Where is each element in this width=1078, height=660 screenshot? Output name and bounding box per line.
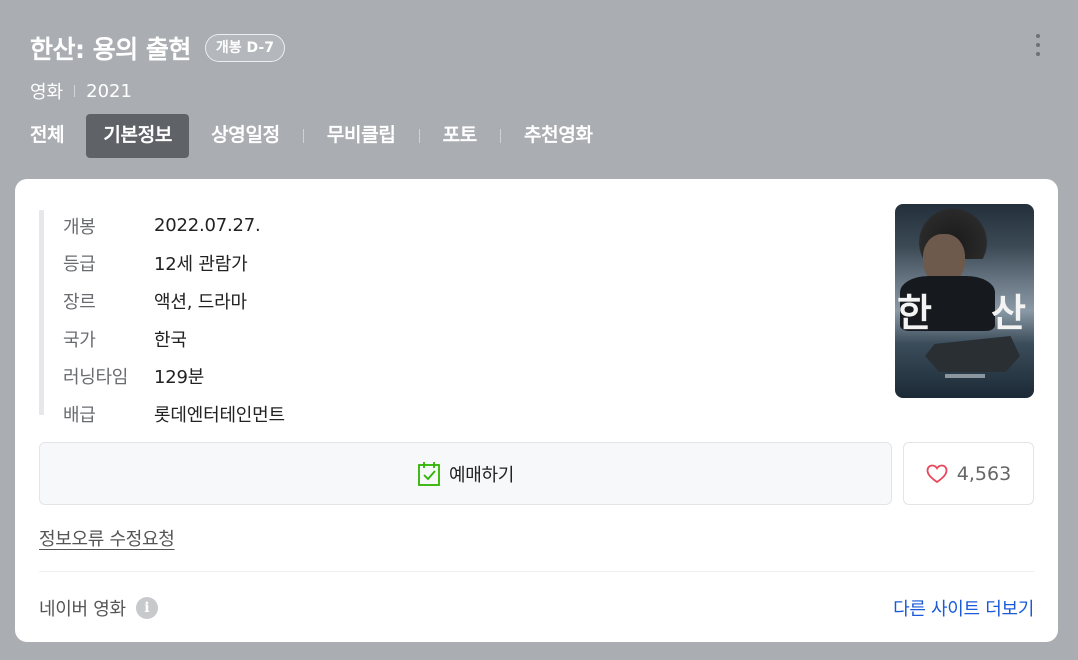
footer-divider [39, 571, 1034, 572]
movie-title: 한산: 용의 출현 [30, 35, 191, 64]
tab-bar: 전체 기본정보 상영일정 무비클립 포토 추천영화 [30, 114, 593, 158]
info-row-release: 개봉 2022.07.27. [63, 207, 285, 245]
info-label: 등급 [63, 254, 96, 276]
report-error-link[interactable]: 정보오류 수정요청 [39, 525, 175, 551]
like-button[interactable]: 4,563 [903, 442, 1034, 505]
more-options-icon[interactable] [1032, 34, 1044, 62]
info-label: 국가 [63, 329, 96, 351]
info-row-rating: 등급 12세 관람가 [63, 245, 285, 283]
info-icon[interactable]: i [135, 597, 158, 619]
like-count: 4,563 [956, 462, 1012, 485]
tab-basic-info[interactable]: 기본정보 [86, 114, 190, 158]
poster-title-glyph: 한 [897, 290, 932, 335]
reserve-label: 예매하기 [448, 464, 515, 486]
info-row-genre: 장르 액션, 드라마 [63, 282, 285, 320]
info-label: 개봉 [63, 216, 96, 238]
category-label: 영화 [30, 82, 64, 103]
tab-recommended[interactable]: 추천영화 [524, 114, 593, 158]
poster-credit-line [945, 374, 985, 378]
heart-icon [926, 464, 948, 483]
info-label: 장르 [63, 291, 96, 313]
poster-ship-shape [925, 336, 1020, 372]
poster-title-glyph: 산 [991, 290, 1026, 335]
info-value: 12세 관람가 [154, 254, 248, 276]
movie-poster[interactable]: 한 산 [895, 204, 1034, 398]
source-label: 네이버 영화 [39, 599, 126, 620]
info-row-distributor: 배급 롯데엔터테인먼트 [63, 395, 285, 433]
tab-photo[interactable]: 포토 [443, 114, 478, 158]
tab-all[interactable]: 전체 [30, 114, 65, 158]
info-accent-bar [39, 210, 44, 415]
info-label: 배급 [63, 404, 96, 426]
tab-divider [418, 129, 420, 143]
info-value: 액션, 드라마 [154, 291, 247, 313]
info-value: 롯데엔터테인먼트 [154, 404, 285, 426]
info-value: 2022.07.27. [154, 215, 261, 237]
tab-movie-clip[interactable]: 무비클립 [327, 114, 396, 158]
info-card: 개봉 2022.07.27. 등급 12세 관람가 장르 액션, 드라마 국가 … [15, 179, 1058, 642]
reserve-button[interactable]: 예매하기 [39, 442, 892, 505]
meta-divider [74, 85, 76, 97]
more-sites-link[interactable]: 다른 사이트 더보기 [893, 595, 1034, 621]
tab-divider [499, 129, 501, 143]
calendar-check-icon [418, 461, 440, 486]
info-row-country: 국가 한국 [63, 320, 285, 358]
movie-meta: 영화 2021 [30, 78, 1058, 104]
info-row-runtime: 러닝타임 129분 [63, 357, 285, 395]
tab-schedule[interactable]: 상영일정 [211, 114, 280, 158]
info-value: 129분 [154, 367, 205, 389]
tab-divider [302, 129, 304, 143]
title-row: 한산: 용의 출현 개봉 D-7 [30, 30, 1058, 66]
year-label: 2021 [86, 80, 132, 102]
source-info: 네이버 영화 i [39, 595, 158, 621]
info-label: 러닝타임 [63, 367, 129, 389]
info-list: 개봉 2022.07.27. 등급 12세 관람가 장르 액션, 드라마 국가 … [63, 207, 285, 433]
release-dday-badge: 개봉 D-7 [204, 34, 285, 62]
header: 한산: 용의 출현 개봉 D-7 영화 2021 [30, 30, 1058, 104]
info-value: 한국 [154, 329, 187, 351]
